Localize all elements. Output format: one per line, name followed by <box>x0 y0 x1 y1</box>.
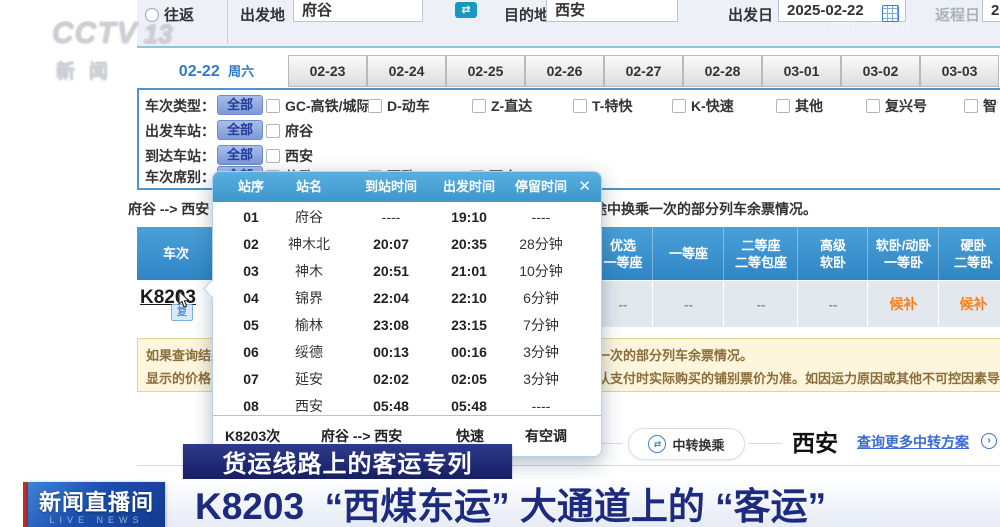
chevron-right-icon[interactable]: › <box>981 433 997 449</box>
filter-seat-class-label: 车次席别： <box>145 167 215 187</box>
date-tab[interactable]: 03-02 <box>841 55 920 87</box>
notice-text: 显示的价格 <box>146 368 211 387</box>
filter-from-station-label: 出发车站： <box>145 121 215 141</box>
col-soft-sleeper: 软卧/动卧一等卧 <box>867 227 939 280</box>
seat-cell: -- <box>652 281 724 327</box>
stop-row: 07延安02:0202:053分钟 <box>213 366 601 393</box>
stop-row: 04锦界22:0422:106分钟 <box>213 285 601 312</box>
selected-weekday: 周六 <box>228 64 254 79</box>
to-station-all-button[interactable]: 全部 <box>217 145 263 165</box>
seat-cell: -- <box>797 281 868 327</box>
stop-row: 01府谷----19:10---- <box>213 204 601 231</box>
checkbox-icon[interactable] <box>266 149 280 163</box>
stop-row: 03神木20:5121:0110分钟 <box>213 258 601 285</box>
transfer-button[interactable]: ⇄ 中转换乘 <box>628 428 745 460</box>
transfer-summary: 途中换乘一次的部分列车余票情况。 <box>593 199 817 219</box>
screen: 往返 出发地 府谷 ⇄ 目的地 西安 出发日 2025-02-22 返程日 20… <box>0 0 1000 527</box>
date-tab[interactable]: 03-03 <box>920 55 999 87</box>
selected-date: 02-22 <box>179 63 220 80</box>
route-summary: 府谷 --> 西安 <box>128 199 209 219</box>
filter-option[interactable]: 西安 <box>266 146 313 166</box>
col-second-class: 二等座二等包座 <box>723 227 798 280</box>
notice-text: 确认支付时实际购买的铺别票价为准。如因运力原因或其他不可控因素导 <box>584 368 1000 387</box>
watermark: cctv.com <box>830 16 912 36</box>
notice-text: 乘一次的部分列车余票情况。 <box>584 345 753 364</box>
date-tab[interactable]: 03-01 <box>762 55 841 87</box>
filter-option[interactable]: 府谷 <box>266 121 313 141</box>
filter-option[interactable]: 复兴号 <box>866 96 927 116</box>
mouse-cursor-icon <box>175 290 191 310</box>
filter-option[interactable]: GC-高铁/城际 <box>266 96 371 116</box>
transfer-icon: ⇄ <box>648 435 666 453</box>
checkbox-icon[interactable] <box>573 99 587 113</box>
checkbox-icon[interactable] <box>266 124 280 138</box>
checkbox-icon[interactable] <box>368 99 382 113</box>
news-headline-bar: K8203 “西煤东运” 大通道上的 “客运” <box>165 479 1000 527</box>
seat-cell: -- <box>723 281 798 327</box>
col-hard-sleeper: 硬卧二等卧 <box>938 227 1000 280</box>
depart-date-label: 出发日 <box>728 4 773 25</box>
to-input[interactable]: 西安 <box>546 0 678 22</box>
stop-schedule-popup: 站序 站名 到站时间 出发时间 停留时间 ✕ 01府谷----19:10----… <box>212 171 602 457</box>
stop-row: 06绥德00:1300:163分钟 <box>213 339 601 366</box>
from-label: 出发地 <box>240 4 285 25</box>
return-date-label: 返程日 <box>935 4 980 25</box>
col-first-class: 一等座 <box>652 227 724 280</box>
news-topic-bar: 货运线路上的客运专列 <box>183 444 512 479</box>
transfer-city: 西安 <box>792 424 838 458</box>
filter-option[interactable]: Z-直达 <box>472 96 532 116</box>
checkbox-icon[interactable] <box>266 99 280 113</box>
stop-row: 05榆林23:0823:157分钟 <box>213 312 601 339</box>
date-tab[interactable]: 02-28 <box>683 55 762 87</box>
train-type-all-button[interactable]: 全部 <box>217 95 263 115</box>
program-logo: 新闻直播间 LIVE NEWS <box>28 482 165 527</box>
filter-to-station-label: 到达车站： <box>145 146 215 166</box>
col-deluxe-soft-sleeper: 高级软卧 <box>797 227 868 280</box>
checkbox-icon[interactable] <box>776 99 790 113</box>
waitlist-cell[interactable]: 候补 <box>867 281 939 327</box>
filter-option[interactable]: D-动车 <box>368 96 430 116</box>
to-label: 目的地 <box>504 4 549 25</box>
divider <box>227 0 228 44</box>
divider <box>600 443 622 444</box>
popup-header: 站序 站名 到站时间 出发时间 停留时间 ✕ <box>213 172 601 202</box>
date-tab[interactable]: 02-26 <box>525 55 604 87</box>
swap-stations-icon[interactable]: ⇄ <box>455 2 477 18</box>
checkbox-icon[interactable] <box>472 99 486 113</box>
filter-train-type-label: 车次类型： <box>145 96 215 116</box>
filter-option[interactable]: K-快速 <box>672 96 734 116</box>
more-transfer-link[interactable]: 查询更多中转方案 <box>857 432 969 452</box>
checkbox-icon[interactable] <box>866 99 880 113</box>
cctv-channel-logo: CCTV13 新闻 <box>52 16 173 83</box>
from-input[interactable]: 府谷 <box>293 0 423 22</box>
checkbox-icon[interactable] <box>964 99 978 113</box>
col-train: 车次 <box>137 227 215 280</box>
filter-option[interactable]: 智能动车组 <box>964 96 998 116</box>
date-tab[interactable]: 02-27 <box>604 55 683 87</box>
close-icon[interactable]: ✕ <box>578 172 591 202</box>
waitlist-cell[interactable]: 候补 <box>938 281 1000 327</box>
date-tab[interactable]: 02-25 <box>446 55 525 87</box>
filter-option[interactable]: 其他 <box>776 96 823 116</box>
date-tab[interactable]: 02-24 <box>367 55 446 87</box>
filter-option[interactable]: T-特快 <box>573 96 632 116</box>
checkbox-icon[interactable] <box>672 99 686 113</box>
from-station-all-button[interactable]: 全部 <box>217 120 263 140</box>
divider <box>748 443 782 444</box>
stop-row: 02神木北20:0720:3528分钟 <box>213 231 601 258</box>
return-date-input[interactable]: 2025-0 <box>982 0 1000 22</box>
date-tab[interactable]: 02-23 <box>288 55 367 87</box>
